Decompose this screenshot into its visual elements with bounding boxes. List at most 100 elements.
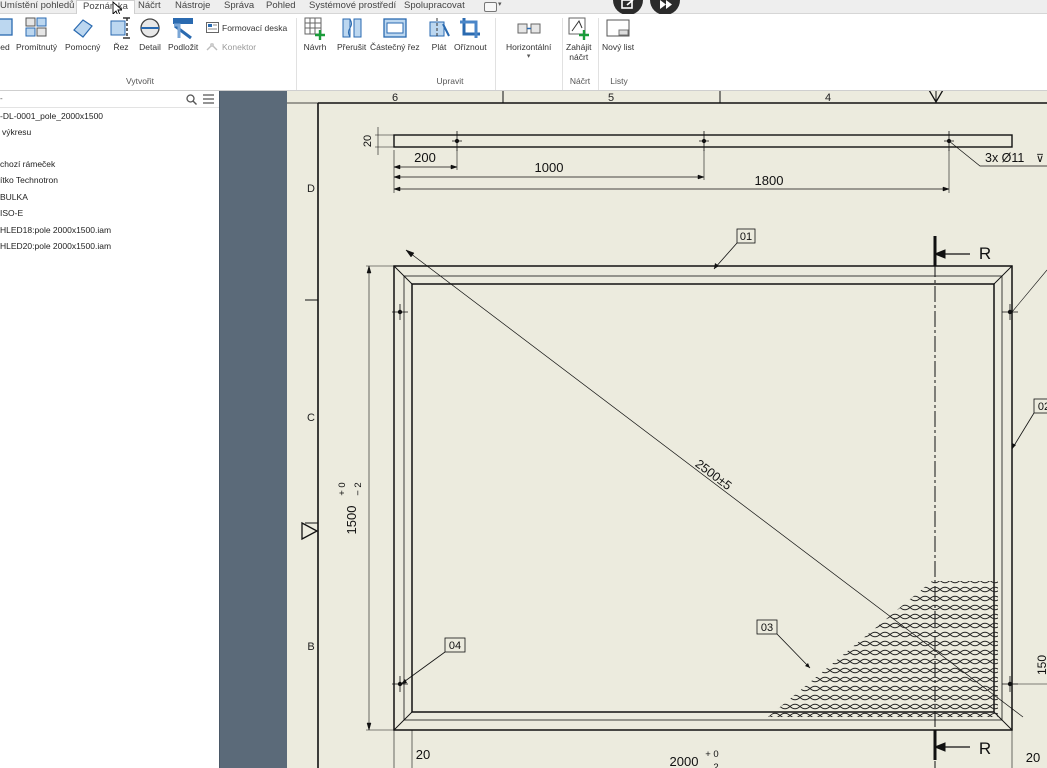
tree-item-view-20[interactable]: HLED20:pole 2000x1500.iam [0, 240, 111, 252]
dim-1000[interactable]: 1000 [535, 160, 564, 175]
slice-button[interactable]: Plát [427, 16, 451, 52]
section-view-button[interactable]: Řez [109, 16, 133, 52]
ribbon-separator [598, 18, 599, 90]
overlay-view-icon [171, 16, 195, 40]
zone-label-top: 4 [825, 92, 831, 104]
partial-section-icon [383, 16, 407, 40]
detail-view-icon [138, 16, 162, 40]
search-icon[interactable] [186, 94, 197, 105]
zone-label-left: C [307, 412, 315, 424]
horizontal-align-button[interactable]: Horizontální ▾ [506, 16, 551, 62]
chevron-down-icon[interactable]: ▾ [506, 52, 551, 62]
break-button[interactable]: Přerušit [337, 16, 366, 52]
tree-item-title-block[interactable]: ítko Technotron [0, 174, 58, 186]
draft-button[interactable]: Návrh [303, 16, 327, 52]
group-title-create: Vytvořit [125, 76, 155, 86]
tab-poznamka[interactable]: Poznámka [76, 0, 135, 14]
dim-height-tol-lower[interactable]: − 2 [353, 482, 364, 495]
depth-symbol-icon: ⊽ [1036, 153, 1044, 165]
new-sheet-icon [606, 16, 630, 40]
dim-height-tol-upper[interactable]: + 0 [337, 482, 348, 495]
dim-bottom-left[interactable]: 20 [416, 747, 430, 762]
tab-systemove-prostredi[interactable]: Systémové prostředí [309, 0, 396, 13]
model-browser: - -DL-0001_pole_2000x1500 výkresu chozí … [0, 91, 219, 768]
tab-pohled[interactable]: Pohled [266, 0, 296, 13]
tab-sprava[interactable]: Správa [224, 0, 254, 13]
auxiliary-view-icon [71, 16, 95, 40]
group-title-sketch: Náčrt [569, 76, 591, 86]
break-icon [340, 16, 364, 40]
auxiliary-view-button[interactable]: Pomocný [65, 16, 100, 52]
section-label-bottom[interactable]: R [979, 739, 991, 758]
workspace-toggle-icon[interactable] [484, 2, 497, 12]
expanded-mesh-hatch [768, 581, 998, 717]
popout-icon [621, 0, 634, 9]
projected-view-button[interactable]: Promítnutý [16, 16, 57, 52]
tree-item-view-18[interactable]: HLED18:pole 2000x1500.iam [0, 224, 111, 236]
base-view-button[interactable]: led [0, 16, 16, 52]
tree-item-default-border[interactable]: chozí rámeček [0, 158, 55, 170]
dim-200[interactable]: 200 [414, 150, 436, 165]
canvas-background [219, 91, 288, 768]
tab-umisteni-pohledu[interactable]: Umístění pohledů [0, 0, 74, 13]
ribbon-separator [296, 18, 297, 90]
tab-nastroje[interactable]: Nástroje [175, 0, 210, 13]
zone-label-top: 5 [608, 92, 614, 104]
connector-icon [206, 43, 218, 51]
collapse-icon[interactable]: - [0, 94, 3, 103]
chevron-down-icon[interactable]: ▾ [498, 0, 502, 8]
crop-icon [458, 16, 482, 40]
dim-holes[interactable]: 3x Ø11 [985, 151, 1024, 165]
zone-label-top: 6 [392, 92, 398, 104]
dim-bottom-right[interactable]: 20 [1026, 750, 1040, 765]
ribbon-panel: led Promítnutý Pomocný Řez Detail Podlož… [0, 14, 1047, 91]
menu-icon[interactable] [203, 94, 214, 104]
new-sheet-button[interactable]: Nový list [602, 16, 634, 52]
dim-width[interactable]: 2000 [670, 754, 699, 768]
draft-view-button[interactable]: Formovací deska [206, 20, 287, 33]
ribbon-separator [495, 18, 496, 90]
dim-thickness[interactable]: 20 [362, 135, 374, 147]
start-sketch-button[interactable]: Zahájit náčrt [566, 16, 592, 62]
dim-1800[interactable]: 1800 [755, 173, 784, 188]
dim-diagonal[interactable]: 2500±5 [693, 457, 735, 493]
tab-nacrt[interactable]: Náčrt [138, 0, 161, 13]
browser-header: - [0, 91, 219, 108]
balloon-01[interactable]: 01 [740, 231, 752, 243]
section-label-top[interactable]: R [979, 244, 991, 263]
partial-section-button[interactable]: Částečný řez [370, 16, 420, 52]
base-view-icon [0, 16, 16, 40]
connector-button[interactable]: Konektor [206, 39, 256, 52]
crop-button[interactable]: Oříznout [454, 16, 487, 52]
tree-item-drawing[interactable]: -DL-0001_pole_2000x1500 [0, 110, 103, 122]
group-title-modify: Upravit [436, 76, 464, 86]
dim-height-right[interactable]: 150 [1035, 655, 1047, 675]
slice-icon [427, 16, 451, 40]
profile-view[interactable] [375, 127, 1047, 193]
dim-width-tol-lower[interactable]: 2 [713, 762, 718, 768]
balloon-02[interactable]: 02 [1038, 401, 1047, 413]
dim-width-tol-upper[interactable]: + 0 [705, 749, 718, 760]
dim-height[interactable]: 1500 [344, 506, 359, 535]
tree-item-iso-e[interactable]: ISO-E [0, 207, 23, 219]
tab-spolupracovat[interactable]: Spolupracovat [404, 0, 465, 13]
balloon-03[interactable]: 03 [761, 622, 773, 634]
horizontal-align-icon [517, 16, 541, 40]
tree-item-drawing-resources[interactable]: výkresu [2, 126, 31, 138]
projected-view-icon [25, 16, 49, 40]
zone-label-left: D [307, 183, 315, 195]
overlay-view-button[interactable]: Podložit [168, 16, 198, 52]
skip-forward-icon [660, 0, 672, 9]
group-title-sheets: Listy [610, 76, 628, 86]
balloon-04[interactable]: 04 [449, 640, 461, 652]
section-view-icon [109, 16, 133, 40]
draft-view-icon [206, 22, 219, 33]
start-sketch-icon [567, 16, 591, 40]
tree-item-table[interactable]: BULKA [0, 191, 28, 203]
drawing-sheet[interactable]: 6 5 4 D C B 20 200 1000 1800 3x Ø11 ⊽ 25… [287, 91, 1047, 768]
drawing-canvas[interactable]: 6 5 4 D C B 20 200 1000 1800 3x Ø11 ⊽ 25… [287, 91, 1047, 768]
ribbon-tab-bar: Umístění pohledů Poznámka Náčrt Nástroje… [0, 0, 1047, 17]
zone-label-left: B [307, 641, 314, 653]
grid-sketch-icon [303, 16, 327, 40]
detail-view-button[interactable]: Detail [138, 16, 162, 52]
